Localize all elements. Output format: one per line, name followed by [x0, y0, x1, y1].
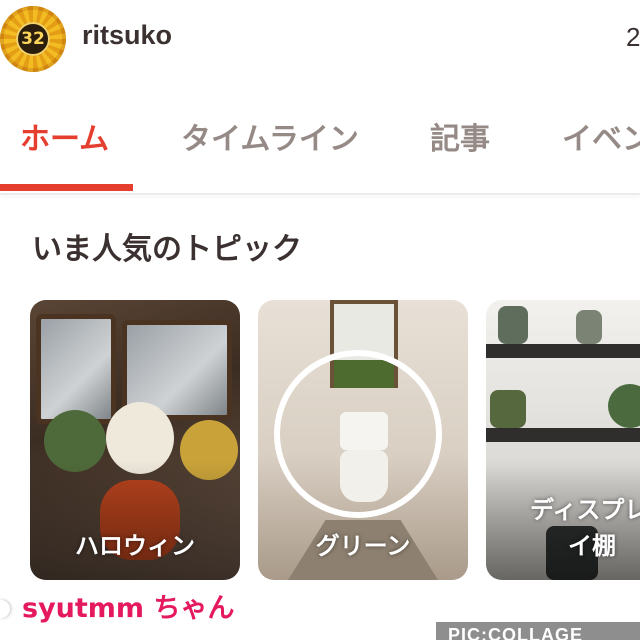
active-tab-indicator [0, 184, 133, 191]
card-image-detail [274, 350, 442, 518]
card-image-detail [36, 314, 116, 424]
topic-label: ハロウィン [75, 532, 195, 560]
profile-header: 32 ritsuko 2 [0, 0, 640, 80]
card-image-detail [608, 384, 640, 428]
card-image-detail [576, 310, 602, 344]
topic-label: グリーン [315, 532, 411, 560]
watermark: PIC:COLLAGE [436, 622, 640, 640]
tab-articles[interactable]: 記事 [430, 114, 490, 158]
card-shade [30, 460, 240, 580]
topic-label-line1: ディスプレ [530, 496, 640, 524]
tab-timeline[interactable]: タイムライン [181, 114, 359, 158]
tab-bar: ホーム タイムライン 記事 イベン [0, 96, 640, 192]
card-image-detail [486, 428, 640, 442]
card-image-detail [490, 390, 526, 428]
card-image-detail [486, 344, 640, 358]
tab-events[interactable]: イベン [562, 114, 640, 158]
scroll-handle [0, 600, 10, 618]
topic-card-halloween[interactable]: ハロウィン [30, 300, 240, 580]
avatar-badge: 32 [16, 22, 50, 56]
username[interactable]: ritsuko [82, 20, 172, 51]
topic-card-green[interactable]: グリーン [258, 300, 468, 580]
tab-divider [0, 193, 640, 195]
section-title: いま人気のトピック [32, 232, 302, 267]
card-image-detail [498, 306, 528, 344]
commenter-name: syutmm ちゃん [22, 593, 235, 624]
topic-card-display-shelf[interactable]: ディスプレ イ棚 [486, 300, 640, 580]
avatar[interactable]: 32 [0, 6, 66, 72]
topic-label-line2: イ棚 [568, 532, 616, 560]
tab-home[interactable]: ホーム [20, 114, 109, 158]
header-counter: 2 [626, 22, 640, 52]
